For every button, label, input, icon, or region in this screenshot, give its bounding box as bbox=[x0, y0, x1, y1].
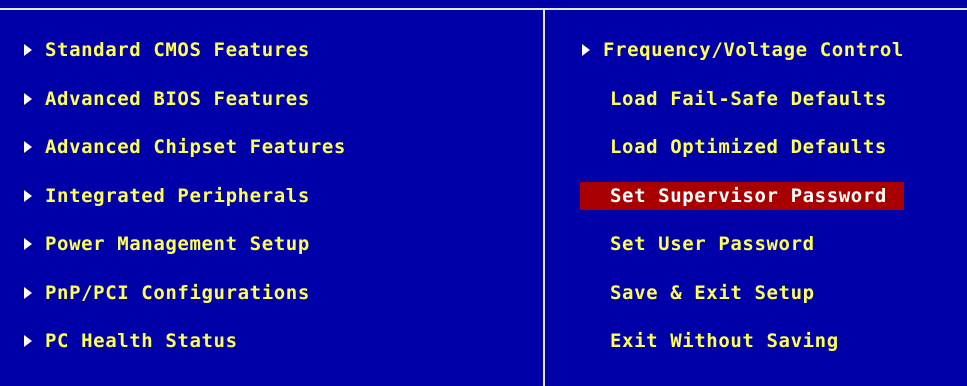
right-menu: Frequency/Voltage Control Load Fail-Safe… bbox=[580, 36, 904, 376]
submenu-arrow-icon bbox=[582, 44, 590, 56]
menu-item-load-optimized-defaults[interactable]: Load Optimized Defaults bbox=[580, 133, 904, 161]
menu-item-label: Load Optimized Defaults bbox=[610, 136, 887, 158]
menu-item-load-fail-safe-defaults[interactable]: Load Fail-Safe Defaults bbox=[580, 85, 904, 113]
menu-item-advanced-chipset-features[interactable]: Advanced Chipset Features bbox=[22, 133, 346, 161]
submenu-arrow-icon bbox=[24, 141, 32, 153]
menu-item-label: Standard CMOS Features bbox=[45, 39, 310, 61]
menu-item-save-exit-setup[interactable]: Save & Exit Setup bbox=[580, 279, 904, 307]
menu-item-label: Advanced BIOS Features bbox=[45, 87, 310, 110]
left-menu: Standard CMOS Features Advanced BIOS Fea… bbox=[22, 36, 346, 376]
submenu-arrow-icon bbox=[24, 335, 32, 347]
submenu-arrow-icon bbox=[24, 286, 32, 299]
bios-setup-screen: Standard CMOS Features Advanced BIOS Fea… bbox=[0, 0, 967, 386]
menu-item-exit-without-saving[interactable]: Exit Without Saving bbox=[580, 327, 904, 355]
frame-top-border bbox=[0, 8, 967, 10]
column-divider bbox=[543, 8, 545, 386]
menu-item-set-supervisor-password[interactable]: Set Supervisor Password bbox=[580, 181, 904, 210]
menu-item-label: PC Health Status bbox=[45, 330, 238, 352]
menu-item-frequency-voltage-control[interactable]: Frequency/Voltage Control bbox=[580, 36, 904, 64]
menu-item-label: Exit Without Saving bbox=[610, 330, 839, 352]
menu-item-label: Set User Password bbox=[610, 233, 815, 255]
menu-item-integrated-peripherals[interactable]: Integrated Peripherals bbox=[22, 182, 346, 210]
submenu-arrow-icon bbox=[24, 44, 32, 56]
menu-item-label: Power Management Setup bbox=[45, 233, 310, 255]
menu-item-standard-cmos-features[interactable]: Standard CMOS Features bbox=[22, 36, 346, 64]
menu-item-pc-health-status[interactable]: PC Health Status bbox=[22, 327, 346, 355]
menu-item-power-management-setup[interactable]: Power Management Setup bbox=[22, 230, 346, 258]
menu-item-label: Save & Exit Setup bbox=[610, 281, 815, 304]
menu-item-label: PnP/PCI Configurations bbox=[45, 281, 310, 304]
submenu-arrow-icon bbox=[24, 238, 32, 250]
menu-item-pnp-pci-configurations[interactable]: PnP/PCI Configurations bbox=[22, 279, 346, 307]
submenu-arrow-icon bbox=[24, 92, 32, 105]
menu-item-label: Load Fail-Safe Defaults bbox=[610, 87, 887, 110]
submenu-arrow-icon bbox=[24, 189, 32, 202]
menu-item-label: Set Supervisor Password bbox=[610, 184, 887, 207]
menu-item-label: Advanced Chipset Features bbox=[45, 136, 346, 158]
menu-item-advanced-bios-features[interactable]: Advanced BIOS Features bbox=[22, 85, 346, 113]
menu-item-set-user-password[interactable]: Set User Password bbox=[580, 230, 904, 258]
menu-item-label: Frequency/Voltage Control bbox=[603, 39, 904, 61]
menu-item-label: Integrated Peripherals bbox=[45, 184, 310, 207]
